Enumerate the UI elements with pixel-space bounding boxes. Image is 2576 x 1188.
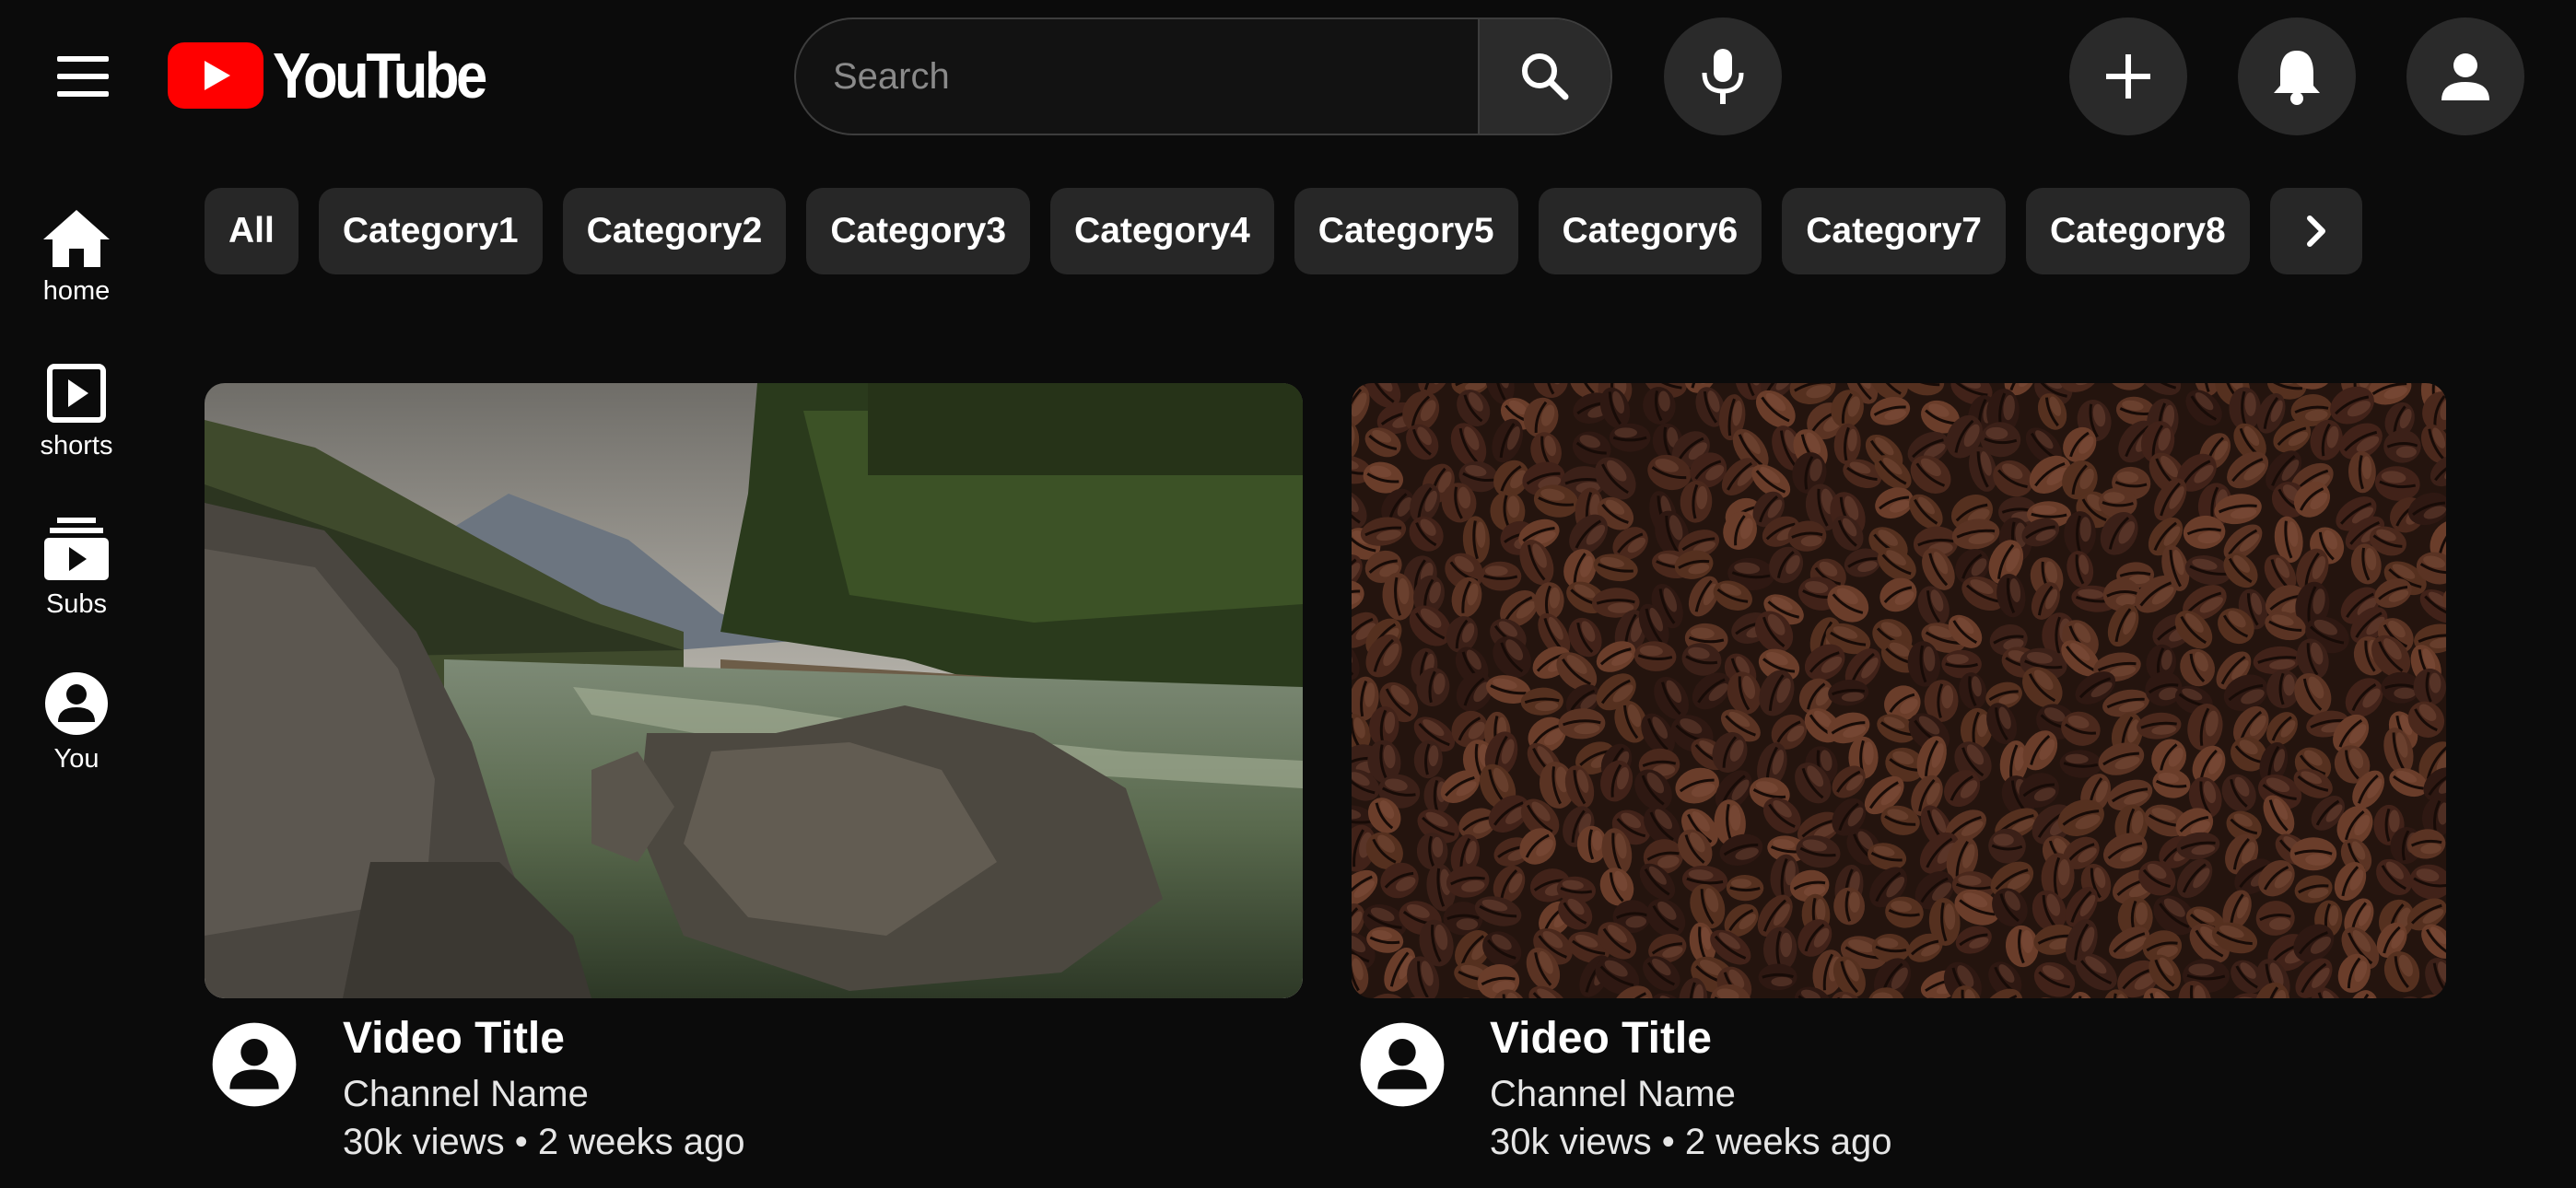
search-icon (1522, 53, 1569, 100)
sidebar-item-label: Subs (45, 589, 108, 619)
video-thumbnail[interactable] (205, 383, 1303, 998)
plus-icon (2106, 54, 2150, 99)
home-icon (43, 210, 110, 267)
video-meta: 30k views • 2 weeks ago (1490, 1122, 1892, 1162)
chip-category7[interactable]: Category7 (1782, 188, 2006, 274)
video-title[interactable]: Video Title (343, 1013, 565, 1064)
search-input[interactable] (796, 19, 1483, 134)
menu-button[interactable] (48, 49, 122, 104)
sidebar-item-label: You (53, 744, 100, 774)
video-thumbnail[interactable] (1352, 383, 2446, 998)
search-button[interactable] (1478, 19, 1610, 134)
sidebar-item-you[interactable]: You (0, 670, 153, 809)
chevron-right-icon (2306, 215, 2325, 247)
sidebar-item-subscriptions[interactable]: Subs (0, 516, 153, 654)
channel-avatar-icon[interactable] (210, 1020, 299, 1109)
search-bar (794, 17, 1612, 135)
chip-category2[interactable]: Category2 (562, 188, 787, 274)
notifications-button[interactable] (2238, 17, 2356, 135)
chip-category8[interactable]: Category8 (2025, 188, 2250, 274)
create-button[interactable] (2069, 17, 2187, 135)
shorts-icon (47, 364, 106, 423)
subscriptions-icon (44, 518, 109, 580)
video-title[interactable]: Video Title (1490, 1013, 1712, 1064)
chip-category1[interactable]: Category1 (318, 188, 543, 274)
chip-category3[interactable]: Category3 (806, 188, 1031, 274)
you-icon (45, 672, 108, 735)
account-icon (2441, 53, 2489, 100)
chip-category4[interactable]: Category4 (1050, 188, 1274, 274)
channel-avatar-icon[interactable] (1358, 1020, 1446, 1109)
sidebar-item-label: shorts (40, 431, 113, 460)
account-button[interactable] (2406, 17, 2524, 135)
channel-name[interactable]: Channel Name (1490, 1074, 1736, 1115)
menu-icon (57, 56, 109, 62)
chips-next-button[interactable] (2269, 188, 2362, 274)
video-meta: 30k views • 2 weeks ago (343, 1122, 745, 1162)
channel-name[interactable]: Channel Name (343, 1074, 589, 1115)
voice-search-button[interactable] (1664, 17, 1782, 135)
sidebar-item-label: home (42, 276, 111, 306)
logo-play-icon (168, 42, 263, 109)
logo-text: YouTube (273, 40, 487, 111)
bell-icon (2274, 51, 2320, 105)
sidebar-item-home[interactable]: home (0, 208, 153, 346)
chip-category6[interactable]: Category6 (1538, 188, 1762, 274)
chip-all[interactable]: All (205, 188, 299, 274)
youtube-logo[interactable]: YouTube (168, 41, 513, 111)
chip-category5[interactable]: Category5 (1294, 188, 1518, 274)
category-chips: All Category1 Category2 Category3 Catego… (205, 188, 2362, 274)
mic-icon (1702, 49, 1744, 104)
sidebar-item-shorts[interactable]: shorts (0, 363, 153, 501)
